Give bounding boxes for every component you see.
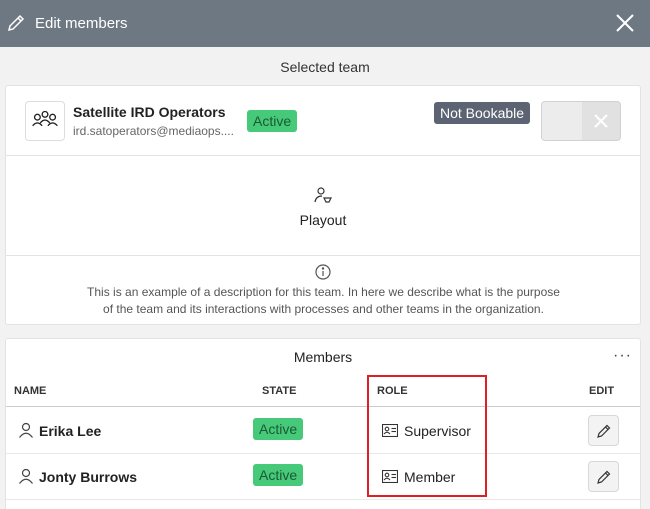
- team-email: ird.satoperators@mediaops....: [73, 124, 234, 138]
- pencil-icon: [597, 470, 611, 484]
- close-icon: [594, 114, 608, 128]
- description-text: This is an example of a description for …: [87, 285, 560, 316]
- selected-team-caption: Selected team: [280, 59, 370, 75]
- info-icon: [315, 264, 331, 280]
- team-card: Satellite IRD Operators ird.satoperators…: [5, 85, 641, 325]
- members-title: Members: [293, 349, 353, 365]
- team-status-badge: Active: [247, 110, 298, 132]
- column-edit: EDIT: [589, 385, 615, 397]
- team-avatar: [25, 101, 65, 141]
- member-name: Jonty Burrows: [39, 469, 138, 485]
- team-name: Satellite IRD Operators: [73, 104, 226, 120]
- table-row: Erika Lee Active Supervisor: [6, 408, 640, 454]
- column-name: NAME: [14, 385, 47, 397]
- team-group-icon: [32, 110, 58, 127]
- id-card-icon: [382, 470, 398, 483]
- pencil-icon: [7, 14, 25, 32]
- edit-member-button[interactable]: [588, 461, 619, 492]
- dialog-titlebar: Edit members: [0, 0, 650, 47]
- edit-member-button[interactable]: [588, 415, 619, 446]
- toggle-knob[interactable]: [542, 102, 582, 140]
- more-options-icon[interactable]: ···: [613, 347, 632, 365]
- user-icon: [19, 468, 33, 484]
- table-row: Jonty Burrows Active Member: [6, 454, 640, 500]
- pencil-icon: [597, 424, 611, 438]
- column-state: STATE: [262, 385, 297, 397]
- member-role: Member: [404, 469, 456, 485]
- member-role: Supervisor: [404, 423, 471, 439]
- id-card-icon: [382, 424, 398, 437]
- department-user-icon: [314, 187, 332, 203]
- dialog-title: Edit members: [35, 15, 128, 32]
- user-icon: [19, 422, 33, 438]
- team-department: Playout: [6, 156, 640, 256]
- bookable-badge: Not Bookable: [434, 102, 531, 124]
- members-card: Members ··· NAME STATE ROLE EDIT Erika L…: [5, 338, 641, 509]
- member-name: Erika Lee: [39, 423, 102, 439]
- member-status-badge: Active: [253, 418, 304, 440]
- column-role: ROLE: [377, 385, 408, 397]
- member-status-badge: Active: [253, 464, 304, 486]
- bookable-toggle[interactable]: [541, 101, 621, 141]
- department-label: Playout: [299, 212, 347, 228]
- close-icon[interactable]: [614, 12, 636, 34]
- members-table-header: NAME STATE ROLE EDIT: [6, 381, 640, 407]
- team-description: This is an example of a description for …: [6, 256, 640, 326]
- team-header: Satellite IRD Operators ird.satoperators…: [6, 86, 640, 156]
